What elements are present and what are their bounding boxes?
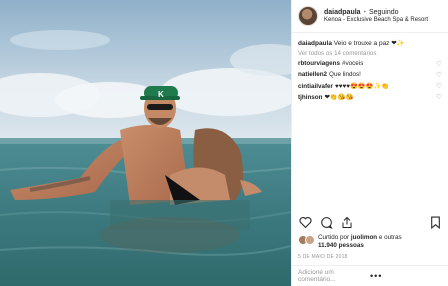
comment-body: tjhinson ❤👏😘😘 — [298, 93, 353, 101]
comment-item: tjhinson ❤👏😘😘 ♡ — [292, 90, 448, 101]
comment-item: cintiailvafer ♥♥♥♥😍😍😍✨👏 ♡ — [292, 79, 448, 90]
action-bar — [292, 212, 448, 232]
username-link[interactable]: daiadpaula — [324, 9, 361, 16]
small-heart-icon[interactable]: ♡ — [436, 82, 442, 90]
comment-username[interactable]: cintiailvafer — [298, 83, 333, 90]
more-options-icon[interactable]: ••• — [370, 271, 442, 281]
heart-outline-icon[interactable] — [298, 215, 312, 229]
comment-item: rbtourviagens #voceis ♡ — [292, 57, 448, 68]
comment-body: natiellen2 Que lindos! — [298, 71, 361, 78]
separator-dot: • — [363, 8, 366, 16]
instagram-post: K daiadpaula • Seguindo Kenoa - Exclusiv… — [0, 0, 448, 286]
comment-username[interactable]: rbtourviagens — [298, 60, 340, 67]
follow-status-button[interactable]: Seguindo — [369, 9, 399, 16]
caption-text: Veio e trouxe a paz ❤✨ — [333, 40, 405, 47]
small-heart-icon[interactable]: ♡ — [436, 71, 442, 79]
add-comment-bar: Adicione um comentário... ••• — [292, 265, 448, 286]
comment-body: cintiailvafer ♥♥♥♥😍😍😍✨👏 — [298, 82, 389, 90]
view-all-comments-link[interactable]: Ver todos os 14 comentários — [292, 48, 448, 57]
comment-text: ♥♥♥♥😍😍😍✨👏 — [335, 82, 390, 90]
comment-body: rbtourviagens #voceis — [298, 60, 363, 67]
header-line: daiadpaula • Seguindo — [324, 9, 428, 17]
likes-summary: Curtido por juolimon e outras 11.940 pes… — [298, 234, 402, 250]
comment-bubble-icon[interactable] — [319, 215, 333, 229]
comment-text: Que lindos! — [329, 71, 361, 79]
comment-item: natiellen2 Que lindos! ♡ — [292, 68, 448, 79]
comment-input[interactable]: Adicione um comentário... — [298, 269, 370, 283]
liker-avatars — [298, 235, 315, 245]
post-date[interactable]: 5 DE MAIO DE 2018 — [298, 254, 348, 260]
svg-text:K: K — [158, 90, 164, 99]
likes-count-link[interactable]: 11.940 pessoas — [318, 242, 364, 249]
comment-username[interactable]: tjhinson — [298, 94, 322, 101]
likes-username-link[interactable]: juolimon — [351, 234, 377, 241]
caption: daiadpaula Veio e trouxe a paz ❤✨ — [292, 33, 448, 48]
post-sidebar: daiadpaula • Seguindo Kenoa - Exclusive … — [291, 0, 448, 286]
comment-text: #voceis — [342, 60, 364, 68]
share-icon[interactable] — [340, 215, 354, 229]
location-link[interactable]: Kenoa - Exclusive Beach Spa & Resort — [324, 17, 428, 24]
comment-username[interactable]: natiellen2 — [298, 71, 327, 78]
small-heart-icon[interactable]: ♡ — [436, 60, 442, 68]
likes-middle: e outras — [378, 234, 402, 241]
caption-username[interactable]: daiadpaula — [298, 40, 332, 47]
bookmark-icon[interactable] — [428, 215, 442, 229]
avatar — [305, 235, 315, 245]
header-text: daiadpaula • Seguindo Kenoa - Exclusive … — [324, 9, 428, 24]
small-heart-icon[interactable]: ♡ — [436, 93, 442, 101]
post-header: daiadpaula • Seguindo Kenoa - Exclusive … — [292, 0, 448, 33]
avatar[interactable] — [298, 6, 318, 26]
comment-text: ❤👏😘😘 — [324, 93, 354, 101]
likes-text: Curtido por juolimon e outras 11.940 pes… — [318, 234, 402, 250]
post-photo[interactable]: K — [0, 0, 291, 286]
beach-couple-photo: K — [0, 0, 291, 286]
likes-prefix: Curtido por — [318, 234, 350, 241]
